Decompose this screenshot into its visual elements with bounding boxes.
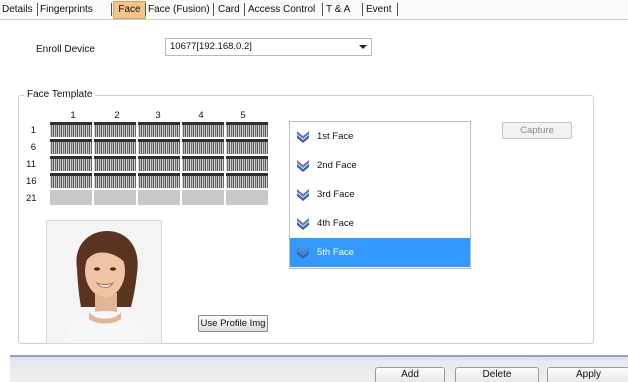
face-list-item-label: 5th Face bbox=[317, 247, 354, 258]
face-list: 1st Face 2nd Face 3rd Face 4th Face 5th Face bbox=[289, 121, 471, 269]
template-cell-filled bbox=[226, 156, 268, 171]
tab-face-fusion[interactable]: Face (Fusion) bbox=[148, 2, 210, 17]
template-cell-empty bbox=[138, 190, 180, 205]
template-cell-filled bbox=[50, 139, 92, 154]
face-list-item-label: 3rd Face bbox=[317, 189, 355, 200]
tab-access-control[interactable]: Access Control bbox=[248, 2, 315, 17]
capture-button[interactable]: Capture bbox=[502, 122, 572, 139]
template-cell-filled bbox=[182, 173, 224, 188]
tab-separator bbox=[145, 3, 146, 16]
template-cell-filled bbox=[182, 139, 224, 154]
face-template-title: Face Template bbox=[24, 89, 96, 100]
tab-details[interactable]: Details bbox=[2, 2, 33, 17]
chevron-down-icon bbox=[359, 45, 367, 49]
chevron-double-down-icon bbox=[296, 158, 310, 172]
face-list-item[interactable]: 5th Face bbox=[290, 238, 470, 267]
face-list-item[interactable]: 4th Face bbox=[290, 209, 470, 238]
template-cell-filled bbox=[94, 139, 136, 154]
template-row-number: 6 bbox=[30, 142, 36, 153]
chevron-double-down-icon bbox=[296, 187, 310, 201]
chevron-double-down-icon bbox=[296, 129, 310, 143]
template-row-number: 1 bbox=[30, 125, 36, 136]
template-cell-filled bbox=[138, 139, 180, 154]
use-profile-img-button[interactable]: Use Profile Img bbox=[198, 315, 268, 332]
template-cell-filled bbox=[94, 173, 136, 188]
face-list-item-label: 2nd Face bbox=[317, 160, 357, 171]
template-cell-filled bbox=[94, 156, 136, 171]
face-list-item[interactable]: 2nd Face bbox=[290, 151, 470, 180]
face-list-item[interactable]: 3rd Face bbox=[290, 180, 470, 209]
face-template-grid bbox=[50, 122, 268, 210]
tab-fingerprints[interactable]: Fingerprints bbox=[40, 2, 93, 17]
tab-event[interactable]: Event bbox=[366, 2, 392, 17]
template-cell-filled bbox=[138, 173, 180, 188]
tab-t-and-a[interactable]: T & A bbox=[326, 2, 350, 17]
face-list-item-label: 4th Face bbox=[317, 218, 354, 229]
tab-separator bbox=[244, 3, 245, 16]
template-column-number: 2 bbox=[114, 110, 120, 121]
tab-separator bbox=[322, 3, 323, 16]
template-column-number: 1 bbox=[70, 110, 76, 121]
template-column-number: 4 bbox=[198, 110, 204, 121]
template-cell-empty bbox=[182, 190, 224, 205]
template-column-number: 5 bbox=[240, 110, 246, 121]
profile-photo bbox=[46, 220, 162, 344]
enroll-device-value: 10677[192.168.0.2] bbox=[170, 41, 252, 52]
tab-bar: Details Fingerprints Face Face (Fusion) … bbox=[0, 0, 628, 20]
tab-card[interactable]: Card bbox=[218, 2, 240, 17]
face-list-item-label: 1st Face bbox=[317, 131, 354, 142]
template-cell-filled bbox=[182, 122, 224, 137]
template-row-number: 21 bbox=[26, 193, 37, 204]
template-cell-filled bbox=[182, 156, 224, 171]
tab-separator bbox=[362, 3, 363, 16]
template-row-number: 16 bbox=[26, 176, 37, 187]
tab-separator bbox=[37, 3, 38, 16]
template-cell-filled bbox=[226, 139, 268, 154]
enroll-device-select[interactable]: 10677[192.168.0.2] bbox=[165, 38, 372, 56]
template-cell-filled bbox=[94, 122, 136, 137]
template-cell-filled bbox=[138, 156, 180, 171]
chevron-double-down-icon bbox=[296, 216, 310, 230]
template-cell-filled bbox=[50, 173, 92, 188]
face-list-item[interactable]: 1st Face bbox=[290, 122, 470, 151]
template-cell-empty bbox=[94, 190, 136, 205]
template-cell-empty bbox=[50, 190, 92, 205]
template-cell-empty bbox=[226, 190, 268, 205]
tab-separator bbox=[397, 3, 398, 16]
profile-photo-image bbox=[47, 221, 161, 343]
template-cell-filled bbox=[138, 122, 180, 137]
tab-separator bbox=[111, 3, 112, 16]
tab-separator bbox=[213, 3, 214, 16]
template-cell-filled bbox=[226, 173, 268, 188]
enroll-device-label: Enroll Device bbox=[36, 44, 95, 55]
template-cell-filled bbox=[50, 122, 92, 137]
chevron-double-down-icon bbox=[296, 245, 310, 259]
template-column-number: 3 bbox=[155, 110, 161, 121]
tab-face[interactable]: Face bbox=[113, 1, 146, 19]
template-cell-filled bbox=[50, 156, 92, 171]
template-cell-filled bbox=[226, 122, 268, 137]
template-row-number: 11 bbox=[26, 159, 36, 170]
